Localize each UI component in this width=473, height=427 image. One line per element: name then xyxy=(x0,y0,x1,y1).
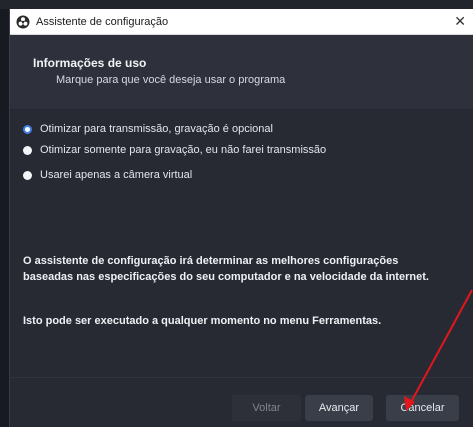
window-title: Assistente de configuração xyxy=(36,16,169,28)
wizard-header: Informações de uso Marque para que você … xyxy=(10,35,473,110)
radio-checked-icon[interactable] xyxy=(23,124,32,134)
setup-wizard-dialog: Assistente de configuração ✕ Informações… xyxy=(9,9,473,427)
info-paragraph-tools: Isto pode ser executado a qualquer momen… xyxy=(23,315,382,327)
page-subtitle: Marque para que você deseja usar o progr… xyxy=(56,74,286,86)
footer-divider xyxy=(9,377,473,378)
option-virtual-camera[interactable]: Usarei apenas a câmera virtual xyxy=(23,167,192,183)
cancel-button[interactable]: Cancelar xyxy=(386,395,459,421)
page-title: Informações de uso xyxy=(33,56,147,70)
option-label: Otimizar somente para gravação, eu não f… xyxy=(40,144,327,156)
radio-unchecked-icon[interactable] xyxy=(23,145,32,155)
option-recording-only[interactable]: Otimizar somente para gravação, eu não f… xyxy=(23,142,326,158)
background-top-strip xyxy=(0,0,473,9)
close-icon[interactable]: ✕ xyxy=(454,13,466,30)
info-paragraph: O assistente de configuração irá determi… xyxy=(23,255,429,283)
title-bar: Assistente de configuração ✕ xyxy=(10,9,473,35)
back-button[interactable]: Voltar xyxy=(232,395,301,421)
obs-logo-icon xyxy=(16,15,30,29)
background-left-strip xyxy=(0,0,9,427)
radio-unchecked-icon[interactable] xyxy=(23,170,32,180)
option-label: Usarei apenas a câmera virtual xyxy=(40,169,193,181)
option-label: Otimizar para transmissão, gravação é op… xyxy=(40,123,273,135)
next-button[interactable]: Avançar xyxy=(305,395,373,421)
option-streaming[interactable]: Otimizar para transmissão, gravação é op… xyxy=(23,121,273,137)
